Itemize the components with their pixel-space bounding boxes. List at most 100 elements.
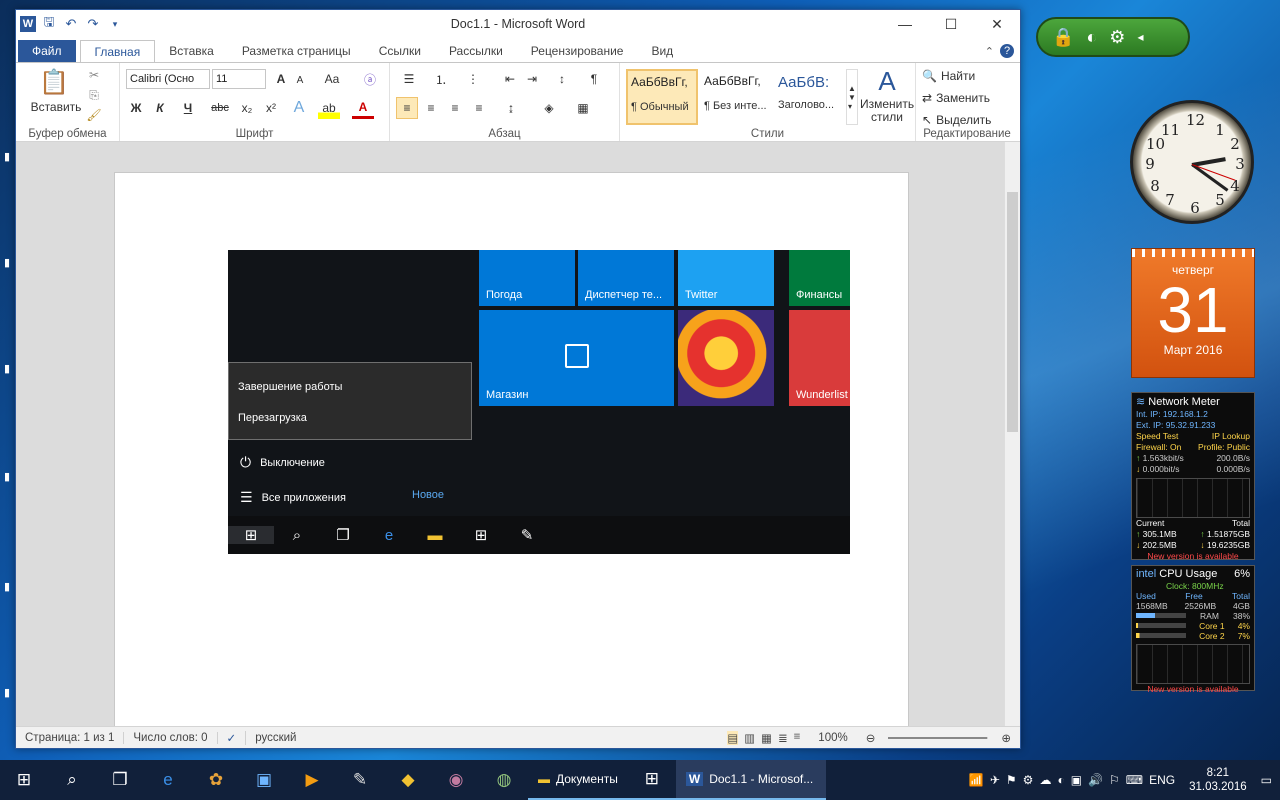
grow-font-icon[interactable]: A — [272, 69, 290, 89]
app-icon[interactable]: ◉ — [432, 760, 480, 800]
read-mode-icon[interactable]: ▥ — [744, 731, 755, 745]
show-marks-icon[interactable]: ¶ — [584, 69, 604, 89]
cpu-new-version-notice[interactable]: New version is available — [1136, 684, 1250, 694]
format-painter-icon[interactable]: 🖌 — [86, 107, 102, 123]
style-normal[interactable]: АаБбВвГг, ¶ Обычный — [626, 69, 698, 125]
find-button[interactable]: 🔍 Найти — [922, 67, 1012, 85]
font-name-combo[interactable]: Calibri (Осно — [126, 69, 210, 89]
maximize-button[interactable]: ☐ — [928, 10, 974, 38]
undo-icon[interactable]: ↶ — [62, 15, 80, 33]
tray-icon[interactable]: ✈ — [990, 773, 1000, 787]
start-button[interactable]: ⊞ — [0, 760, 48, 800]
paste-icon[interactable]: 📋 — [36, 67, 72, 97]
styles-scroll[interactable]: ▲ ▼ ▾ — [846, 69, 858, 125]
tab-file[interactable]: Файл — [18, 40, 76, 62]
tray-icon[interactable]: ◐ — [1057, 773, 1064, 787]
font-size-combo[interactable]: 11 — [212, 69, 266, 89]
outline-icon[interactable]: ≣ — [778, 731, 788, 745]
zoom-level[interactable]: 100% — [809, 732, 856, 744]
decrease-indent-icon[interactable]: ⇤ — [500, 69, 520, 89]
select-button[interactable]: ↖ Выделить — [922, 111, 1012, 129]
tray-icon[interactable]: ▣ — [1071, 773, 1082, 787]
tab-insert[interactable]: Вставка — [155, 40, 228, 62]
store-icon[interactable]: ⊞ — [627, 760, 676, 800]
lock-icon[interactable]: 🔒 — [1052, 27, 1074, 48]
borders-icon[interactable]: ▦ — [570, 97, 596, 119]
align-right-icon[interactable]: ≡ — [444, 97, 466, 119]
speed-test-link[interactable]: Speed Test — [1136, 431, 1178, 442]
draft-icon[interactable]: ≡ — [794, 731, 801, 745]
justify-icon[interactable]: ≡ — [468, 97, 490, 119]
underline-button[interactable]: Ч — [174, 97, 202, 119]
paste-button[interactable]: Вставить — [24, 99, 88, 115]
tab-layout[interactable]: Разметка страницы — [228, 40, 365, 62]
shading-icon[interactable]: ◈ — [536, 97, 562, 119]
change-case-button[interactable]: Aa — [320, 69, 344, 89]
replace-button[interactable]: ⇄ Заменить — [922, 89, 1012, 107]
clock[interactable]: 8:21 31.03.2016 — [1181, 766, 1255, 794]
tab-home[interactable]: Главная — [79, 40, 156, 62]
clear-formatting-icon[interactable]: ⓐ — [360, 69, 380, 89]
zoom-slider[interactable] — [888, 736, 989, 739]
bullets-icon[interactable]: ☰ — [396, 69, 422, 89]
task-view-icon[interactable]: ❐ — [96, 760, 144, 800]
tab-references[interactable]: Ссылки — [365, 40, 435, 62]
volume-icon[interactable]: 🔊 — [1088, 773, 1103, 787]
document-page[interactable]: Погода Диспетчер те... Twitter Финансы М… — [114, 172, 909, 728]
app-icon[interactable]: ◆ — [384, 760, 432, 800]
tray-icon[interactable]: ⚑ — [1006, 773, 1017, 787]
cut-icon[interactable]: ✂ — [86, 67, 102, 83]
language[interactable]: русский — [246, 732, 305, 744]
tray-icon[interactable]: ⚐ — [1109, 773, 1120, 787]
copy-icon[interactable]: ⎘ — [86, 87, 102, 103]
new-version-notice[interactable]: New version is available — [1136, 551, 1250, 562]
sort-icon[interactable]: ↕ — [552, 69, 572, 89]
vertical-scrollbar[interactable] — [1004, 142, 1020, 728]
multilevel-list-icon[interactable]: ⋮ — [460, 69, 486, 89]
web-layout-icon[interactable]: ▦ — [761, 731, 772, 745]
change-styles-button[interactable]: Изменить стили — [860, 97, 914, 125]
change-styles-icon[interactable]: A — [866, 65, 908, 97]
chevron-left-icon[interactable]: ◂ — [1137, 30, 1143, 44]
align-center-icon[interactable]: ≡ — [420, 97, 442, 119]
collapse-ribbon-icon[interactable]: ⌃ — [985, 45, 994, 58]
text-effects-icon[interactable]: A — [288, 97, 310, 119]
app-icon[interactable]: ✿ — [192, 760, 240, 800]
ip-lookup-link[interactable]: IP Lookup — [1212, 431, 1250, 442]
scroll-thumb[interactable] — [1007, 192, 1018, 432]
italic-button[interactable]: К — [150, 97, 170, 119]
style-heading[interactable]: АаБбВ: Заголово... — [774, 69, 846, 125]
help-icon[interactable]: ? — [1000, 44, 1014, 58]
customize-qat-icon[interactable]: ▾ — [106, 15, 124, 33]
tab-mailings[interactable]: Рассылки — [435, 40, 517, 62]
search-icon[interactable]: ⌕ — [48, 760, 96, 800]
app-icon[interactable]: ◍ — [480, 760, 528, 800]
align-left-icon[interactable]: ≡ — [396, 97, 418, 119]
superscript-button[interactable]: x² — [260, 97, 282, 119]
zoom-in-icon[interactable]: ⊕ — [992, 731, 1020, 745]
globe-icon[interactable]: ◐ — [1086, 27, 1097, 48]
network-icon[interactable]: 📶 — [969, 773, 984, 787]
app-icon[interactable]: ▣ — [240, 760, 288, 800]
minimize-button[interactable]: — — [882, 10, 928, 38]
taskbar-documents[interactable]: ▬ Документы — [528, 760, 628, 800]
save-icon[interactable]: 🖫 — [40, 14, 58, 33]
word-logo-icon[interactable]: W — [20, 16, 36, 32]
gear-icon[interactable]: ⚙ — [1109, 27, 1125, 48]
redo-icon[interactable]: ↷ — [84, 15, 102, 33]
numbering-icon[interactable]: ⒈ — [428, 69, 454, 89]
app-icon[interactable]: ✎ — [336, 760, 384, 800]
highlight-icon[interactable]: ab — [318, 97, 340, 119]
close-button[interactable]: ✕ — [974, 10, 1020, 38]
increase-indent-icon[interactable]: ⇥ — [522, 69, 542, 89]
edge-icon[interactable]: e — [144, 760, 192, 800]
tray-icon[interactable]: ☁ — [1039, 773, 1051, 787]
tab-view[interactable]: Вид — [637, 40, 687, 62]
strikethrough-button[interactable]: abc — [206, 97, 234, 119]
word-count[interactable]: Число слов: 0 — [124, 731, 218, 744]
font-color-icon[interactable]: A — [352, 97, 374, 119]
bold-button[interactable]: Ж — [126, 97, 146, 119]
style-no-spacing[interactable]: АаБбВвГг, ¶ Без инте... — [700, 69, 772, 125]
notifications-icon[interactable]: ▭ — [1261, 773, 1272, 787]
subscript-button[interactable]: x₂ — [236, 97, 258, 119]
